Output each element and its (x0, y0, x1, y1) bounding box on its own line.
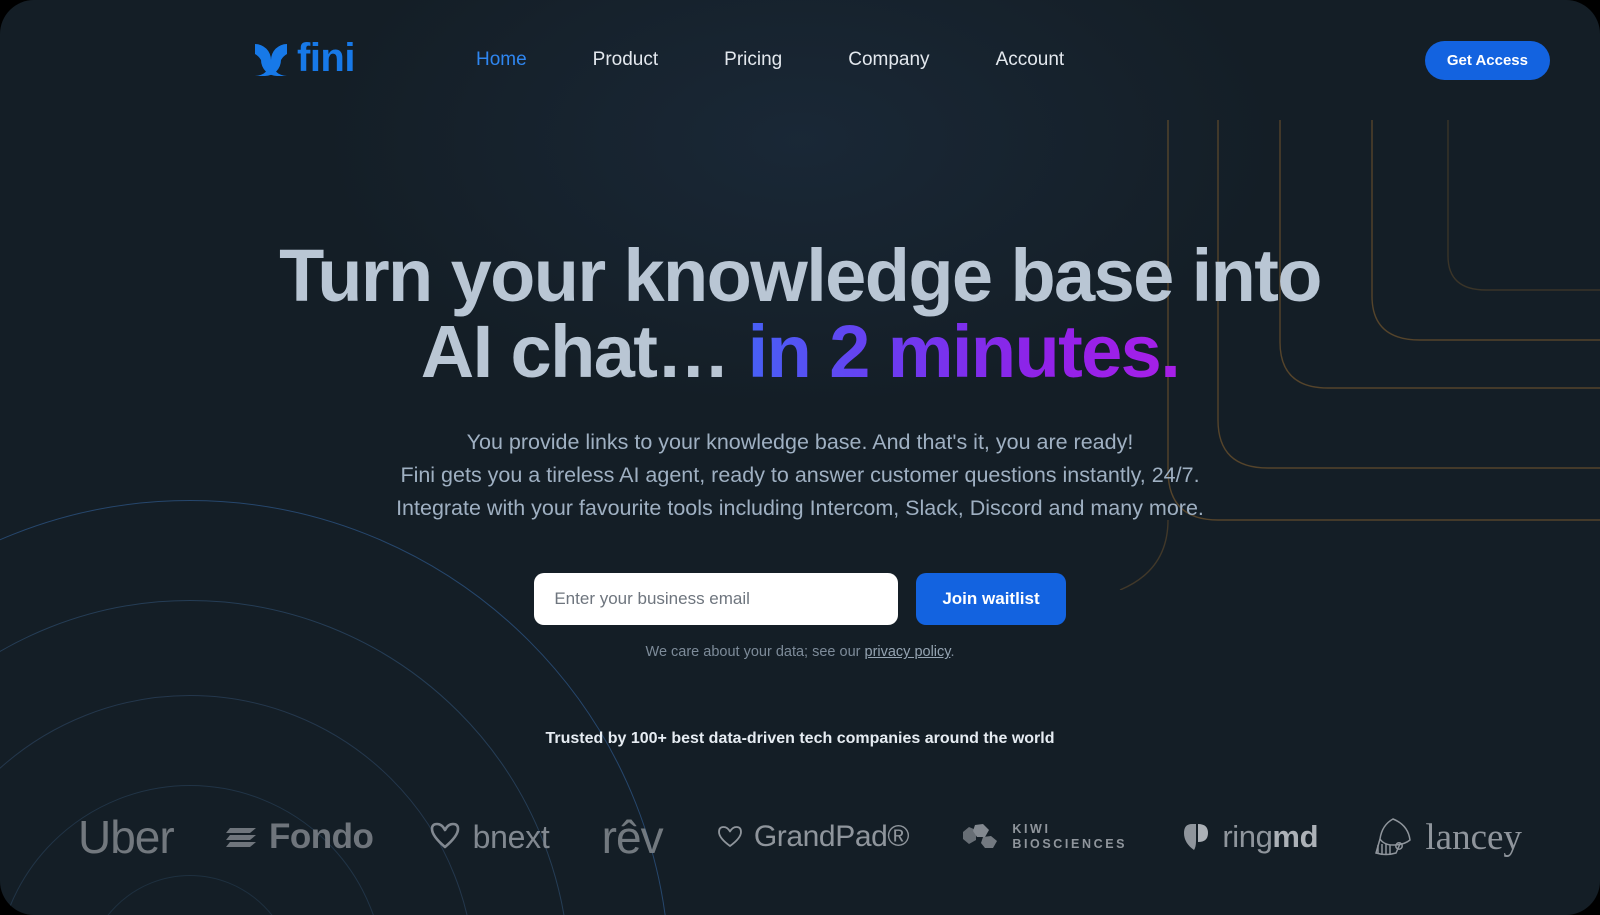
logo-kiwi-line2: BIOSCIENCES (1012, 837, 1128, 852)
fondo-slashes-icon (225, 828, 256, 848)
main-navigation: Home Product Pricing Company Account (443, 49, 1097, 71)
logo-bnext: bnext (426, 819, 550, 856)
logo-grandpad-label: GrandPad® (753, 820, 910, 854)
logo-bnext-label: bnext (472, 818, 550, 855)
privacy-prefix: We care about your data; see our (645, 644, 865, 661)
subtitle-line-3: Integrate with your favourite tools incl… (396, 495, 1204, 520)
logo-grandpad: GrandPad® (715, 820, 909, 854)
trusted-by-heading: Trusted by 100+ best data-driven tech co… (545, 730, 1055, 748)
logo-fondo: Fondo (225, 817, 374, 857)
logo-rev: rêv (601, 810, 664, 864)
logo-kiwi-line1: KIWI (1012, 821, 1051, 836)
header-cta: Get Access (1424, 40, 1550, 80)
logo-kiwi-biosciences: KIWI BIOSCIENCES (961, 820, 1127, 854)
logo-fondo-label: Fondo (268, 817, 374, 857)
waitlist-form: Join waitlist (0, 573, 1600, 626)
nav-item-product[interactable]: Product (560, 49, 691, 71)
logo-ringmd: ringmd (1179, 819, 1319, 855)
privacy-note: We care about your data; see our privacy… (0, 644, 1600, 660)
join-waitlist-button[interactable]: Join waitlist (916, 573, 1066, 626)
customer-logo-strip: Uber Fondo bnext rêv GrandPad® KIWI BIOS… (0, 798, 1600, 876)
fini-x-logo-icon (255, 44, 287, 76)
nav-item-account[interactable]: Account (963, 49, 1098, 71)
grandpad-heart-icon (717, 826, 742, 848)
page-root: fini Home Product Pricing Company Accoun… (0, 0, 1600, 915)
privacy-suffix: . (950, 644, 955, 661)
hero-subtitle: You provide links to your knowledge base… (0, 426, 1600, 524)
headline-line-1: Turn your knowledge base into (279, 234, 1322, 317)
brand-name: fini (297, 36, 355, 80)
email-input[interactable] (534, 573, 899, 626)
site-header: fini Home Product Pricing Company Accoun… (0, 0, 1600, 120)
headline-line-2-plain: AI chat… (420, 310, 748, 394)
ringmd-icon (1184, 824, 1209, 851)
hero-section: Turn your knowledge base into AI chat… i… (0, 237, 1600, 748)
page-title: Turn your knowledge base into AI chat… i… (0, 237, 1600, 394)
headline-line-2-gradient: in 2 minutes. (747, 310, 1181, 394)
nav-item-home[interactable]: Home (443, 49, 560, 71)
privacy-policy-link[interactable]: privacy policy (865, 644, 951, 660)
logo-kiwi-label: KIWI BIOSCIENCES (1012, 822, 1127, 853)
get-access-button[interactable]: Get Access (1424, 40, 1550, 80)
logo-uber-label: Uber (78, 811, 175, 864)
logo-uber: Uber (78, 810, 175, 864)
nav-item-company[interactable]: Company (815, 49, 962, 71)
bnext-heart-icon (430, 823, 459, 849)
logo-ringmd-label: ringmd (1222, 819, 1319, 855)
lancey-helmet-icon (1375, 818, 1412, 856)
subtitle-line-2: Fini gets you a tireless AI agent, ready… (400, 463, 1200, 488)
subtitle-line-1: You provide links to your knowledge base… (466, 430, 1134, 455)
logo-rev-label: rêv (601, 811, 664, 864)
nav-item-pricing[interactable]: Pricing (691, 49, 815, 71)
brand-logo[interactable]: fini (252, 38, 355, 82)
logo-lancey-label: lancey (1425, 816, 1522, 858)
logo-lancey: lancey (1370, 815, 1522, 859)
kiwi-hex-icon (963, 824, 998, 849)
